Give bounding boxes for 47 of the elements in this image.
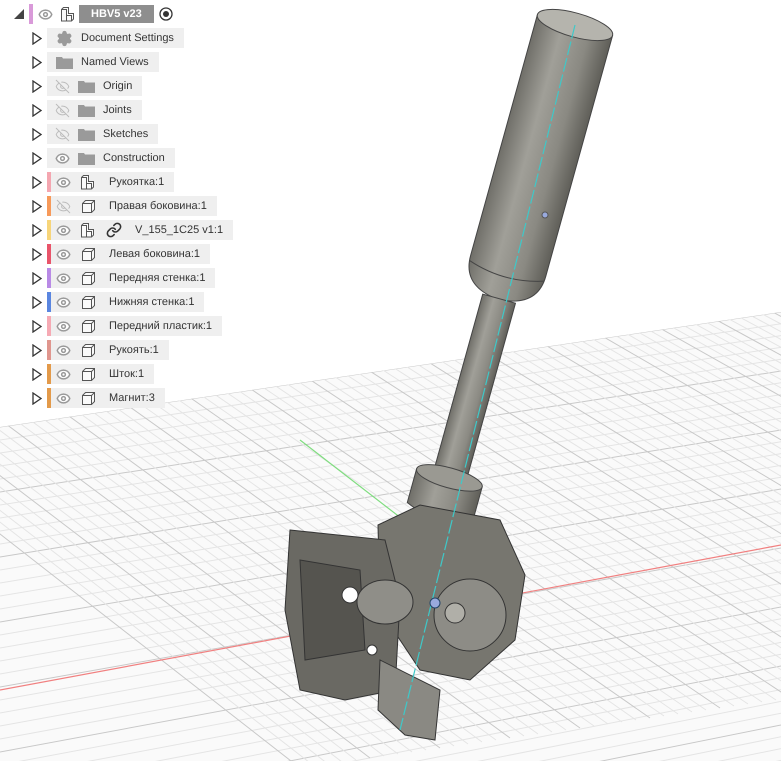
folder-icon	[78, 128, 94, 140]
expand-triangle-icon[interactable]	[32, 224, 42, 236]
cube-icon	[80, 294, 96, 310]
expand-triangle-icon[interactable]	[32, 80, 42, 92]
eye-icon[interactable]	[56, 222, 70, 238]
cube-icon	[80, 366, 96, 382]
expand-triangle-icon[interactable]	[32, 128, 42, 140]
active-radio-icon[interactable]	[158, 7, 173, 21]
expand-triangle-icon[interactable]	[32, 296, 42, 308]
folder-icon	[78, 80, 94, 92]
expand-triangle-icon[interactable]	[32, 368, 42, 380]
expand-triangle-icon[interactable]	[32, 272, 42, 284]
expand-triangle-icon[interactable]	[32, 152, 42, 164]
expand-triangle-icon[interactable]	[32, 176, 42, 188]
cube-icon	[80, 318, 96, 334]
expand-triangle-icon[interactable]	[32, 248, 42, 260]
browser-item-label[interactable]: Шток:1	[109, 368, 144, 380]
component-icon	[60, 6, 76, 22]
expand-triangle-icon[interactable]	[32, 32, 42, 44]
eye-icon[interactable]	[56, 246, 70, 262]
expand-triangle-icon[interactable]	[32, 104, 42, 116]
eye-icon[interactable]	[56, 318, 70, 334]
eye-icon[interactable]	[56, 294, 70, 310]
expand-triangle-icon[interactable]	[32, 320, 42, 332]
eye-icon[interactable]	[56, 366, 70, 382]
cube-icon	[80, 390, 96, 406]
cube-icon	[80, 246, 96, 262]
cube-icon	[80, 342, 96, 358]
eye-icon[interactable]	[38, 6, 52, 22]
browser-item-label[interactable]: Joints	[103, 104, 132, 116]
folder-icon	[78, 104, 94, 116]
expand-triangle-icon[interactable]	[32, 56, 42, 68]
folder-icon	[78, 152, 94, 164]
folder-icon	[56, 56, 72, 68]
expand-triangle-icon[interactable]	[32, 200, 42, 212]
eye-icon[interactable]	[56, 270, 70, 286]
cube-icon	[80, 270, 96, 286]
expand-triangle-icon[interactable]	[32, 344, 42, 356]
settings-icon	[56, 30, 72, 46]
browser-item-label[interactable]: Origin	[103, 80, 132, 92]
eye-icon[interactable]	[54, 150, 70, 166]
eye-icon[interactable]	[56, 342, 70, 358]
eye-icon[interactable]	[56, 390, 70, 406]
collapse-triangle-icon[interactable]	[13, 8, 25, 20]
cube-icon	[80, 198, 96, 214]
expand-triangle-icon[interactable]	[32, 392, 42, 404]
eye-icon[interactable]	[56, 174, 70, 190]
